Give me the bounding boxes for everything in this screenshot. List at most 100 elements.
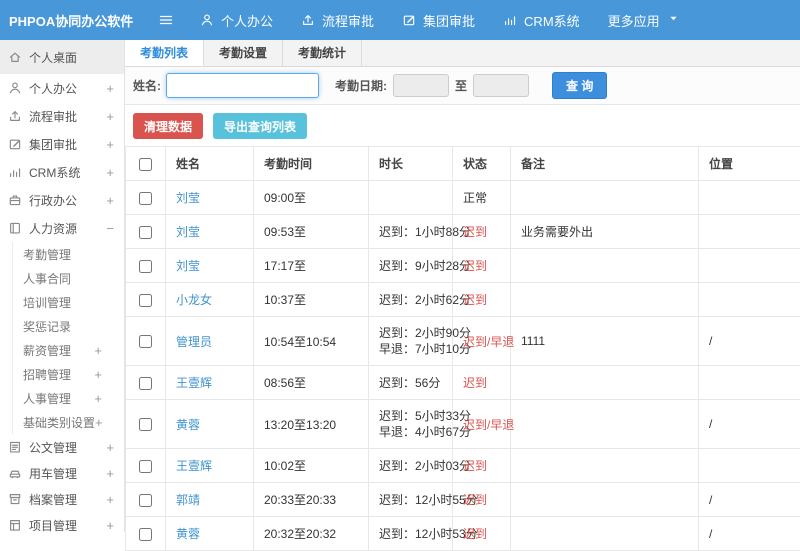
sidebar-item-行政办公[interactable]: 行政办公 + [0,186,124,214]
early-leave-duration: 早退：4小时67分 [379,424,442,440]
attendance-time-cell: 09:00至 [254,181,369,215]
action-button-row: 清理数据 导出查询列表 [125,105,800,146]
date-from-input[interactable] [393,74,449,97]
row-checkbox[interactable] [139,260,152,273]
duration-cell [369,181,453,215]
sidebar-item-考勤管理[interactable]: 考勤管理 [12,242,124,266]
row-checkbox[interactable] [139,226,152,239]
location-cell: / [699,317,800,366]
sidebar-nav: 个人桌面 个人办公 + 流程审批 + 集团审批 + CRM系统 + 行政办公 +… [0,40,125,532]
clean-data-button[interactable]: 清理数据 [133,113,203,139]
employee-name-link[interactable]: 刘莹 [166,215,254,249]
home-icon [8,50,22,64]
navbar-menu-item[interactable]: 流程审批 [301,11,374,30]
sidebar-item-招聘管理[interactable]: 招聘管理 + [12,362,124,386]
navbar-menu-item[interactable]: 集团审批 [402,11,475,30]
user-icon [8,81,22,95]
row-checkbox[interactable] [139,377,152,390]
sidebar-item-个人桌面[interactable]: 个人桌面 [0,40,124,74]
export-list-button[interactable]: 导出查询列表 [213,113,307,139]
late-duration: 迟到：12小时53分 [379,526,442,542]
expand-toggle-icon[interactable]: + [94,343,102,358]
employee-name-link[interactable]: 黄蓉 [166,400,254,449]
sidebar-item-label: 培训管理 [23,294,71,311]
late-duration: 迟到：12小时55分 [379,492,442,508]
navbar-menu-label: CRM系统 [524,11,580,30]
expand-toggle-icon[interactable]: − [106,221,114,236]
expand-toggle-icon[interactable]: + [106,109,114,124]
expand-toggle-icon[interactable]: + [106,440,114,455]
expand-toggle-icon[interactable]: + [106,81,114,96]
sidebar-item-集团审批[interactable]: 集团审批 + [0,130,124,158]
sidebar-item-label: CRM系统 [29,164,80,181]
navbar-menu-item[interactable]: 更多应用 [608,11,678,30]
expand-toggle-icon[interactable]: + [106,492,114,507]
attendance-time-cell: 17:17至 [254,249,369,283]
sidebar-item-档案管理[interactable]: 档案管理 + [0,486,124,512]
row-checkbox[interactable] [139,528,152,541]
expand-toggle-icon[interactable]: + [106,165,114,180]
sidebar-item-流程审批[interactable]: 流程审批 + [0,102,124,130]
name-label: 姓名: [133,77,161,94]
row-checkbox[interactable] [139,494,152,507]
expand-toggle-icon[interactable]: + [106,193,114,208]
hamburger-menu-icon[interactable] [158,12,174,28]
employee-name-link[interactable]: 小龙女 [166,283,254,317]
employee-name-link[interactable]: 管理员 [166,317,254,366]
table-row: 王壹辉 10:02至 迟到：2小时03分 迟到 [126,449,800,483]
date-to-input[interactable] [473,74,529,97]
sidebar-item-label: 公文管理 [29,439,77,456]
sidebar-item-label: 个人桌面 [29,49,77,66]
expand-toggle-icon[interactable]: + [106,466,114,481]
employee-name-link[interactable]: 刘莹 [166,249,254,283]
row-checkbox[interactable] [139,335,152,348]
sidebar-item-人力资源[interactable]: 人力资源 − [0,214,124,242]
employee-name-link[interactable]: 王壹辉 [166,366,254,400]
expand-toggle-icon[interactable]: + [94,391,102,406]
row-checkbox[interactable] [139,294,152,307]
sidebar-item-label: 档案管理 [29,491,77,508]
table-row: 刘莹 09:00至 正常 [126,181,800,215]
navbar-menu-item[interactable]: 个人办公 [200,11,273,30]
navbar-menu-item[interactable]: CRM系统 [503,11,580,30]
sidebar-item-个人办公[interactable]: 个人办公 + [0,74,124,102]
location-cell [699,181,800,215]
search-button[interactable]: 查 询 [552,72,607,99]
row-checkbox[interactable] [139,418,152,431]
employee-name-link[interactable]: 王壹辉 [166,449,254,483]
select-all-checkbox[interactable] [139,158,152,171]
sidebar-item-用车管理[interactable]: 用车管理 + [0,460,124,486]
expand-toggle-icon[interactable]: + [106,518,114,533]
sidebar-item-培训管理[interactable]: 培训管理 [12,290,124,314]
duration-cell: 迟到：2小时03分 [369,449,453,483]
late-duration: 迟到：2小时62分 [379,292,442,308]
sidebar-item-CRM系统[interactable]: CRM系统 + [0,158,124,186]
sidebar-item-label: 人事管理 [23,390,71,407]
name-input[interactable] [166,73,319,98]
sidebar-item-公文管理[interactable]: 公文管理 + [0,434,124,460]
status-badge: 迟到/早退 [453,317,511,366]
sidebar-item-项目管理[interactable]: 项目管理 + [0,512,124,532]
expand-toggle-icon[interactable]: + [106,137,114,152]
employee-name-link[interactable]: 郭靖 [166,483,254,517]
tab-考勤设置[interactable]: 考勤设置 [204,40,283,66]
tab-考勤统计[interactable]: 考勤统计 [283,40,362,66]
employee-name-link[interactable]: 黄蓉 [166,517,254,551]
tab-考勤列表[interactable]: 考勤列表 [125,40,204,66]
row-checkbox[interactable] [139,192,152,205]
sidebar-item-基础类别设置[interactable]: 基础类别设置 + [12,410,124,434]
sidebar-item-奖惩记录[interactable]: 奖惩记录 [12,314,124,338]
row-select-cell [126,483,166,517]
employee-name-link[interactable]: 刘莹 [166,181,254,215]
note-cell [511,449,699,483]
expand-toggle-icon[interactable]: + [94,367,102,382]
app-logo[interactable]: PHPOA协同办公软件 [0,11,158,30]
late-duration: 迟到：2小时90分 [379,325,442,341]
attendance-time-cell: 10:54至10:54 [254,317,369,366]
sidebar-item-人事合同[interactable]: 人事合同 [12,266,124,290]
row-checkbox[interactable] [139,460,152,473]
expand-toggle-icon[interactable]: + [95,415,103,430]
sidebar-item-人事管理[interactable]: 人事管理 + [12,386,124,410]
sidebar-item-薪资管理[interactable]: 薪资管理 + [12,338,124,362]
sidebar-item-label: 考勤管理 [23,246,71,263]
